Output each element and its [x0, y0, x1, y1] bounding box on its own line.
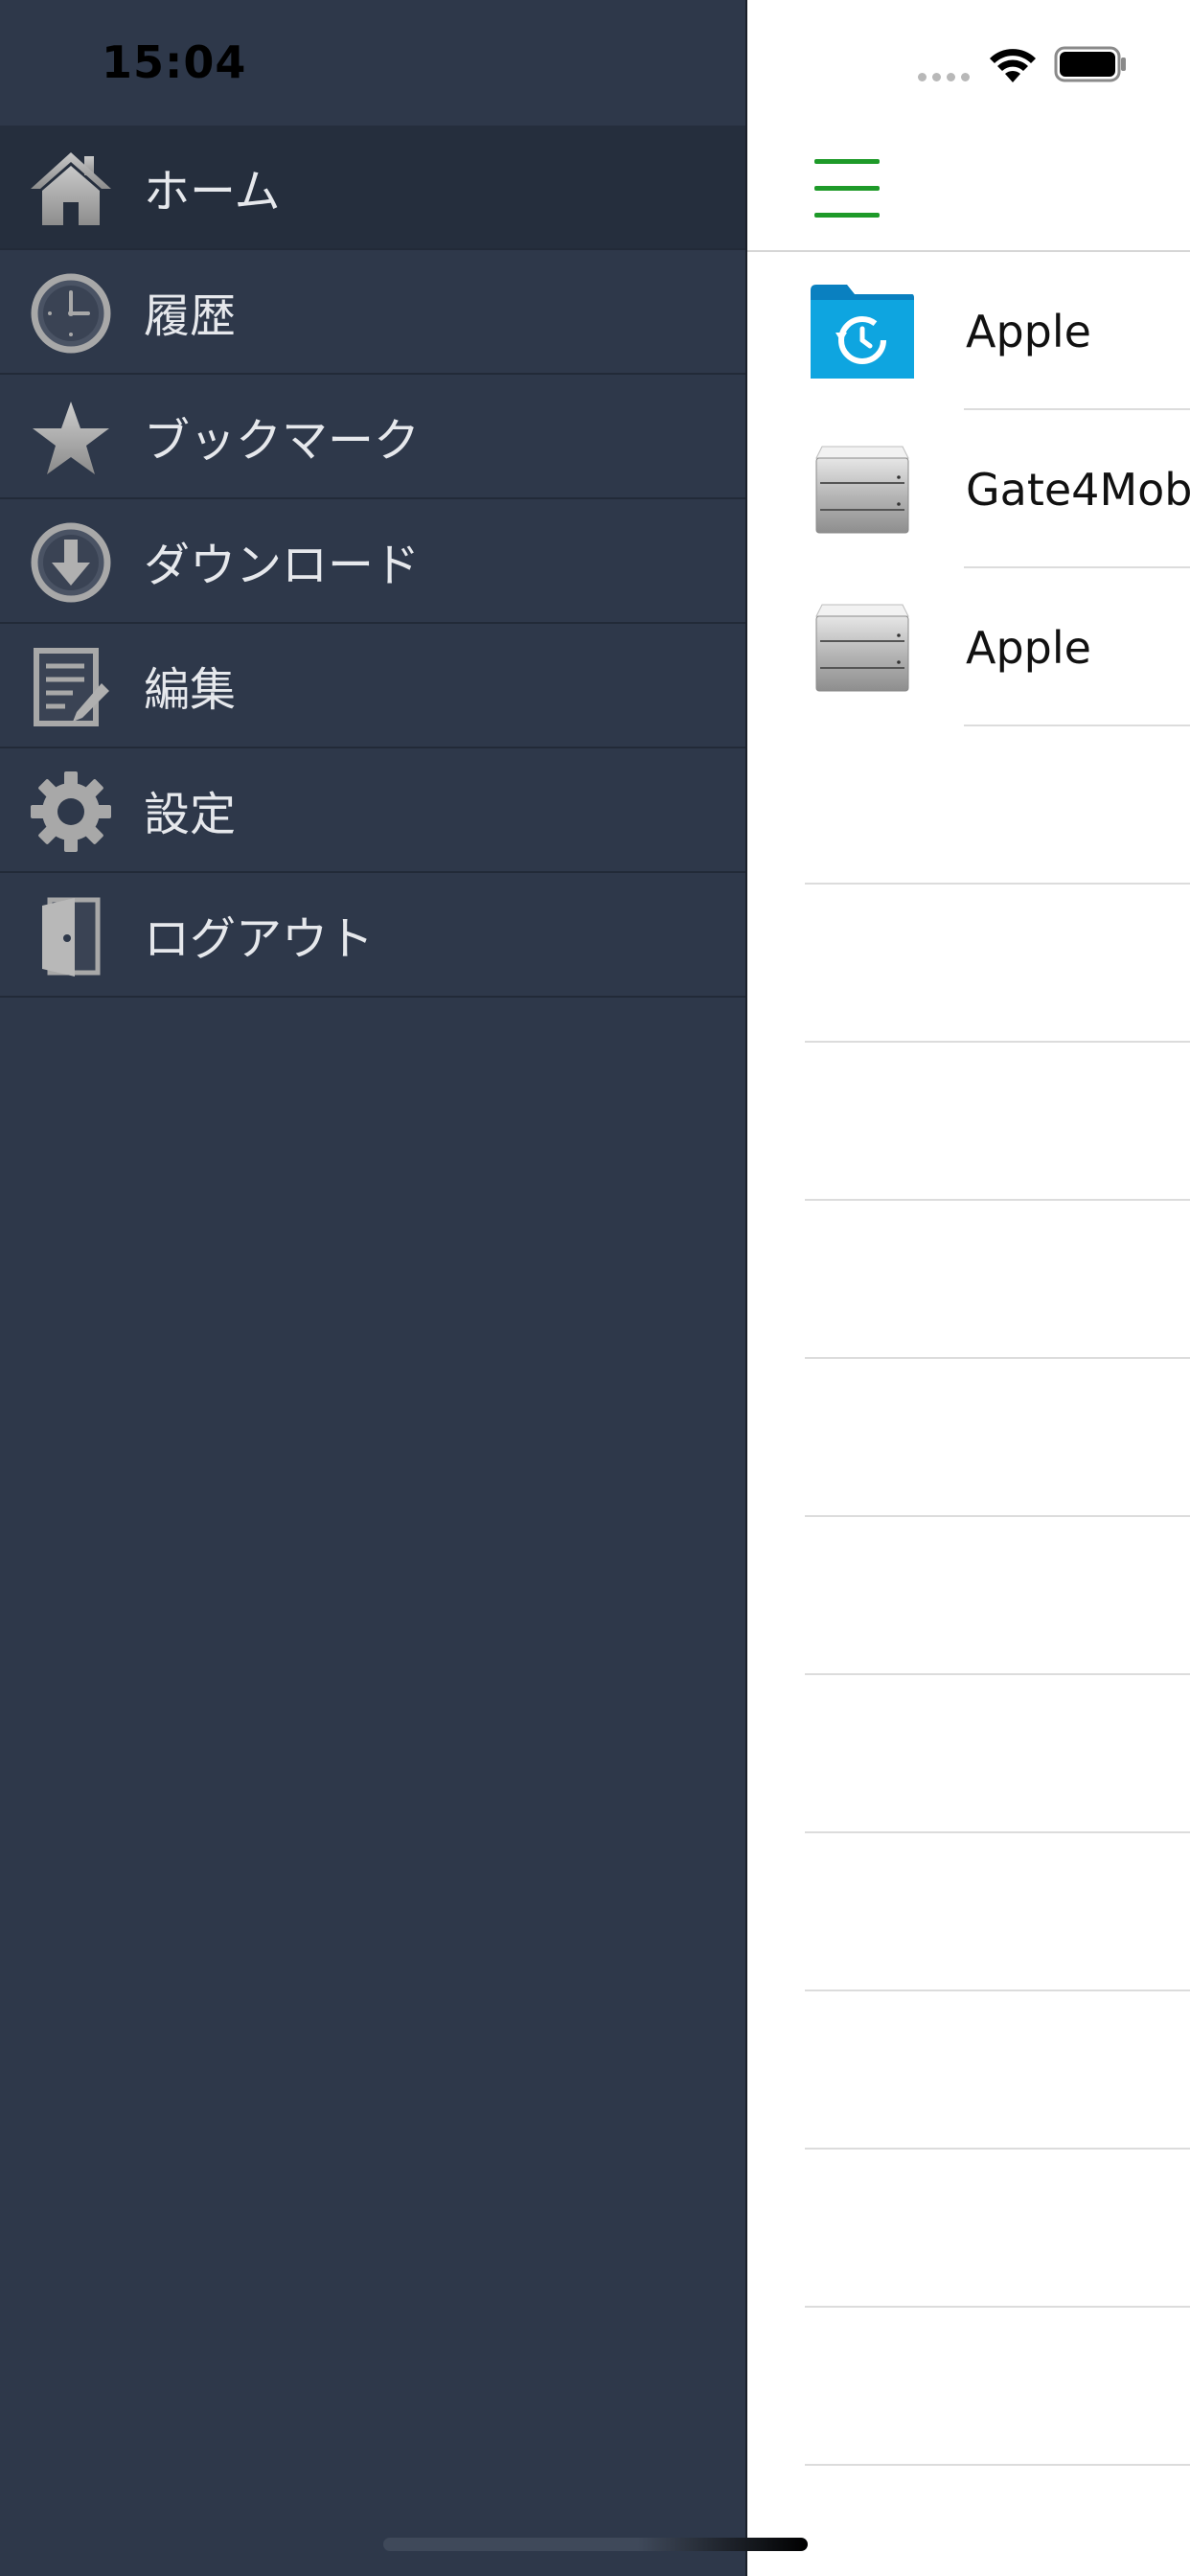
empty-row	[747, 1991, 1190, 2150]
screen: 15:04 ホーム 履歴 ブックマーク ダウンロード 編集 設定 ログアウト A…	[0, 0, 1190, 2576]
empty-row	[747, 1517, 1190, 1675]
download-icon	[31, 522, 111, 603]
menu-item-history[interactable]: 履歴	[0, 250, 745, 375]
empty-row	[747, 2150, 1190, 2308]
empty-row	[747, 726, 1190, 885]
server-list: Apple Gate4Mob Apple	[747, 252, 1190, 2576]
menu-label: 履歴	[144, 289, 237, 343]
signal-icon	[918, 73, 970, 81]
empty-row	[747, 885, 1190, 1043]
navigation-bar	[747, 126, 1190, 252]
list-item[interactable]: Apple	[747, 252, 1190, 410]
empty-row	[747, 1359, 1190, 1517]
menu-list: ホーム 履歴 ブックマーク ダウンロード 編集 設定 ログアウト	[0, 126, 745, 998]
main-panel: Apple Gate4Mob Apple	[745, 0, 1190, 2576]
empty-row	[747, 2308, 1190, 2466]
empty-row	[747, 1675, 1190, 1833]
menu-label: ログアウト	[144, 912, 375, 966]
menu-label: 編集	[144, 663, 237, 717]
list-item[interactable]: Gate4Mob	[747, 410, 1190, 568]
status-time: 15:04	[102, 36, 247, 88]
star-icon	[33, 402, 109, 474]
menu-item-home[interactable]: ホーム	[0, 126, 745, 250]
wifi-icon	[990, 49, 1036, 82]
list-item-label: Apple	[966, 305, 1091, 357]
server-icon	[815, 446, 909, 534]
menu-label: 設定	[144, 788, 237, 841]
empty-row	[747, 2466, 1190, 2576]
list-item-label: Gate4Mob	[966, 463, 1190, 516]
menu-item-download[interactable]: ダウンロード	[0, 499, 745, 624]
empty-row	[747, 1833, 1190, 1991]
menu-label: ダウンロード	[144, 539, 421, 592]
door-icon	[42, 897, 101, 977]
home-indicator[interactable]	[383, 2538, 808, 2551]
menu-label: ホーム	[144, 165, 281, 218]
menu-item-edit[interactable]: 編集	[0, 624, 745, 748]
menu-item-bookmark[interactable]: ブックマーク	[0, 375, 745, 499]
empty-row	[747, 1201, 1190, 1359]
menu-label: ブックマーク	[144, 414, 421, 468]
menu-item-settings[interactable]: 設定	[0, 748, 745, 873]
hamburger-menu-button[interactable]	[814, 159, 881, 218]
empty-row	[747, 1043, 1190, 1201]
home-icon	[31, 152, 111, 225]
list-item-label: Apple	[966, 621, 1091, 674]
history-folder-icon	[811, 285, 914, 379]
battery-icon	[1054, 46, 1126, 82]
side-menu: 15:04 ホーム 履歴 ブックマーク ダウンロード 編集 設定 ログアウト	[0, 0, 745, 2576]
edit-icon	[34, 648, 109, 726]
list-item[interactable]: Apple	[747, 568, 1190, 726]
server-icon	[815, 604, 909, 692]
clock-icon	[31, 273, 111, 354]
gear-icon	[31, 771, 111, 852]
menu-item-logout[interactable]: ログアウト	[0, 873, 745, 998]
